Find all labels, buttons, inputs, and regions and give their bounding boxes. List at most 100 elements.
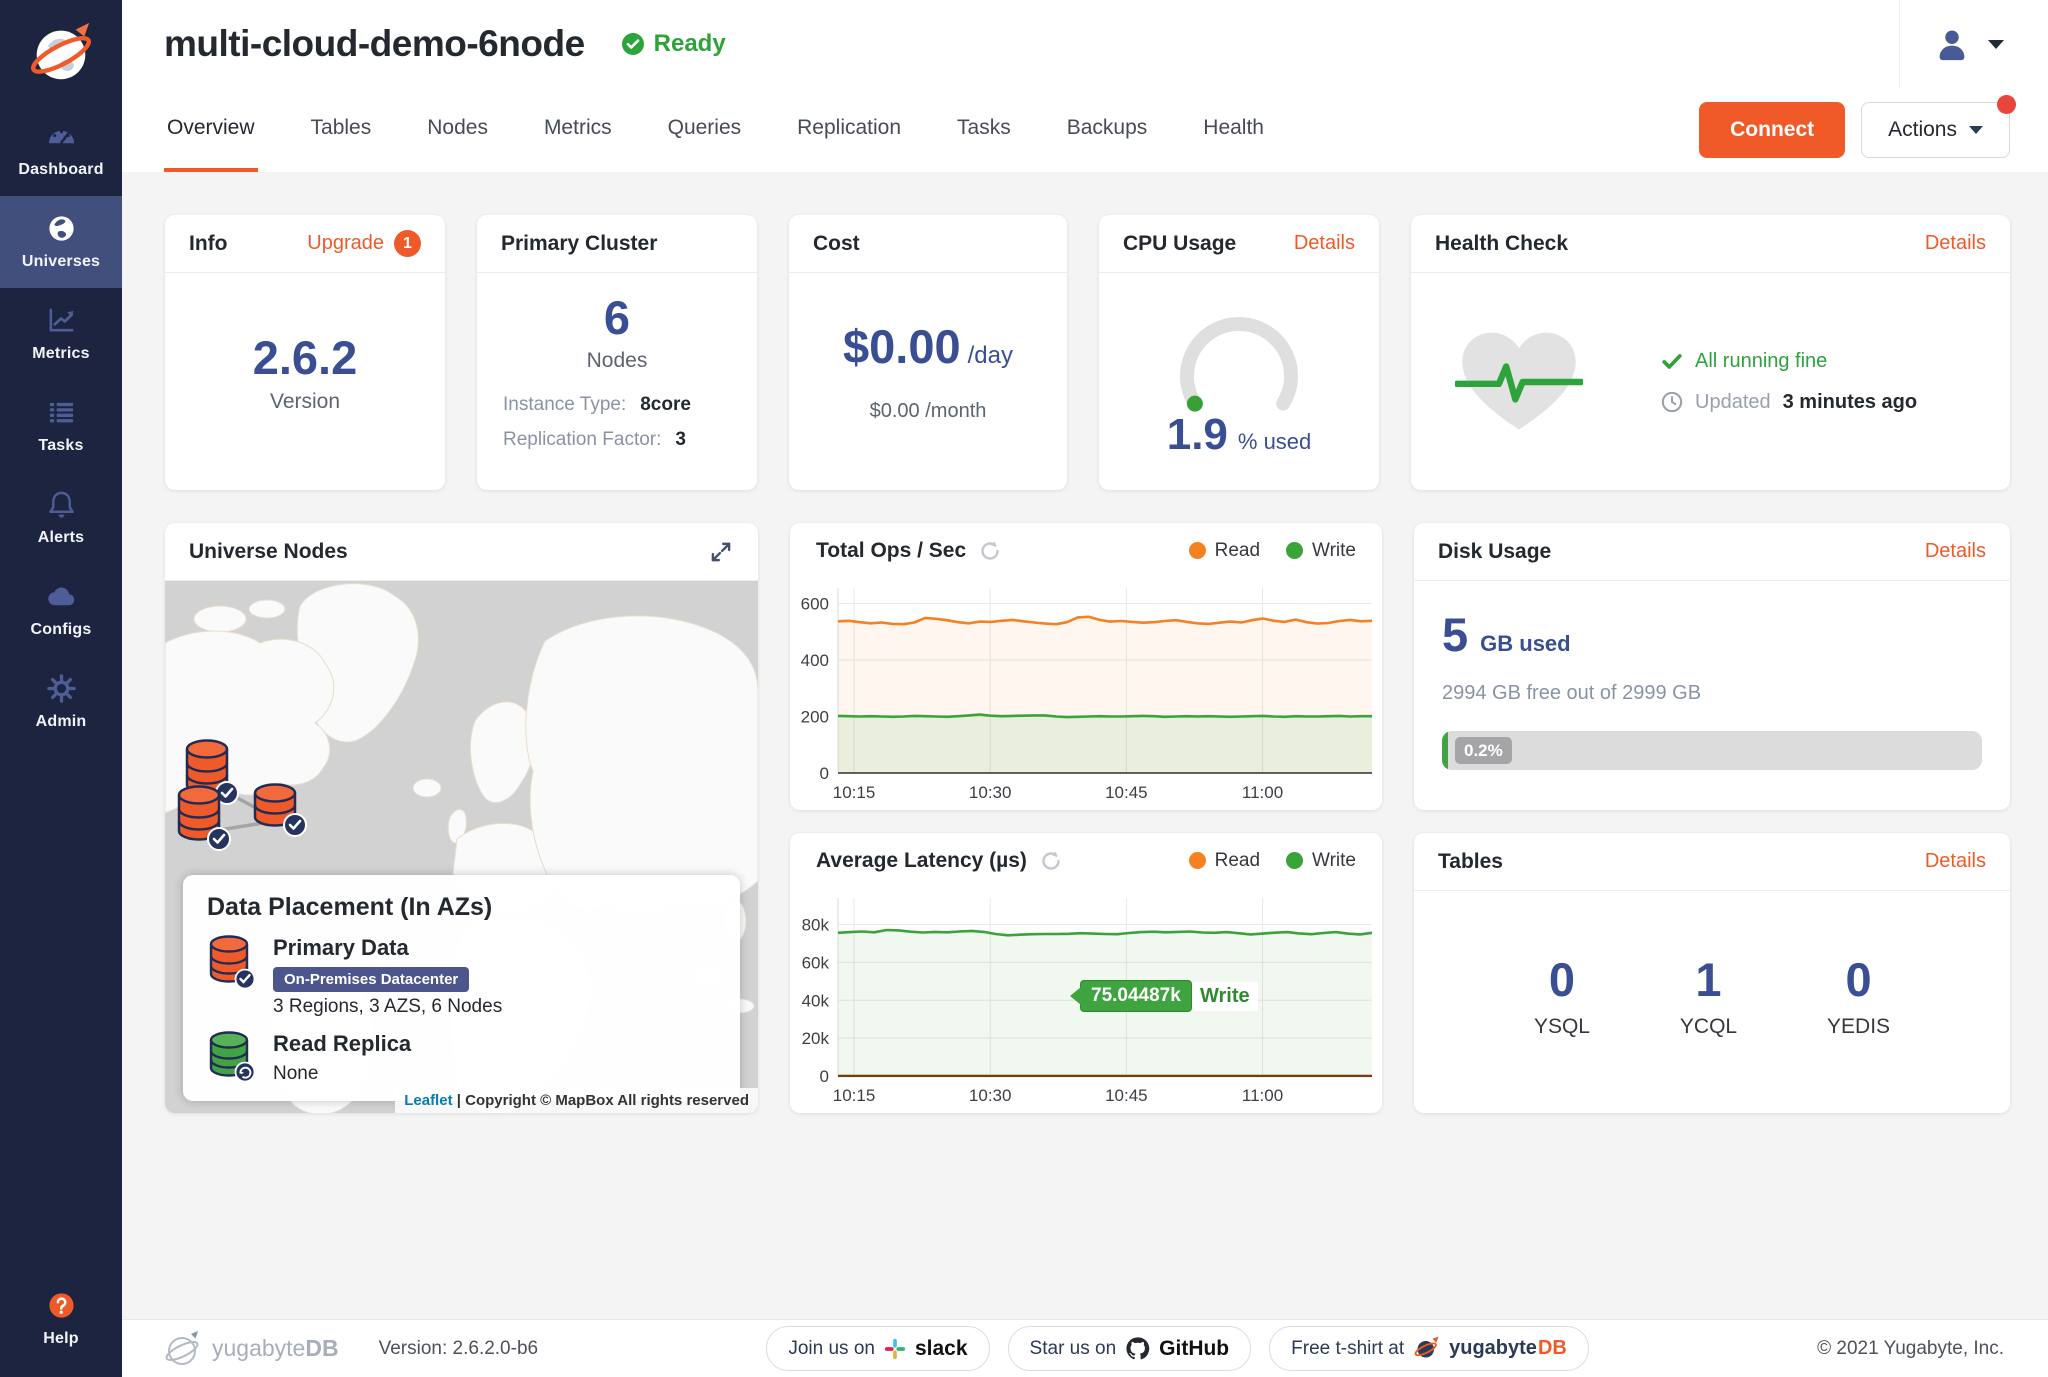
tab-tasks[interactable]: Tasks — [954, 88, 1014, 172]
tab-nodes[interactable]: Nodes — [424, 88, 491, 172]
tab-tables[interactable]: Tables — [308, 88, 375, 172]
refresh-icon[interactable] — [978, 539, 1002, 563]
slack-link[interactable]: Join us on slack — [766, 1326, 989, 1371]
footer: yugabyteDB Version: 2.6.2.0-b6 Join us o… — [122, 1319, 2048, 1377]
svg-text:400: 400 — [801, 651, 829, 670]
chart-legend: Read Write — [1189, 540, 1356, 562]
svg-text:11:00: 11:00 — [1242, 783, 1283, 802]
cpu-details-link[interactable]: Details — [1294, 232, 1355, 255]
disk-free-text: 2994 GB free out of 2999 GB — [1442, 682, 1982, 705]
tshirt-link[interactable]: Free t-shirt at yugabyteDB — [1269, 1326, 1589, 1371]
app-root: Dashboard Universes Metrics — [0, 0, 2048, 1377]
info-card: Info Upgrade 1 2.6.2 Version — [165, 215, 445, 490]
write-series-label: Write — [1192, 982, 1258, 1011]
svg-text:11:00: 11:00 — [1242, 1086, 1283, 1105]
admin-gear-icon — [46, 673, 77, 704]
tab-overview[interactable]: Overview — [164, 88, 258, 172]
sidebar-item-label: Tasks — [38, 437, 83, 455]
tab-queries[interactable]: Queries — [665, 88, 745, 172]
sidebar-item-help[interactable]: Help — [0, 1273, 122, 1365]
cost-card: Cost $0.00 /day $0.00 /month — [789, 215, 1067, 490]
sidebar-item-admin[interactable]: Admin — [0, 656, 122, 748]
tabs: Overview Tables Nodes Metrics Queries Re… — [164, 88, 1267, 172]
sidebar-item-dashboard[interactable]: Dashboard — [0, 104, 122, 196]
latency-chart: 10:1510:3010:4511:00020k40k60k80k 75.044… — [790, 888, 1382, 1113]
leaflet-link[interactable]: Leaflet — [404, 1092, 452, 1109]
tables-details-link[interactable]: Details — [1925, 850, 1986, 873]
sidebar-item-metrics[interactable]: Metrics — [0, 288, 122, 380]
topbar: multi-cloud-demo-6node Ready — [122, 0, 2048, 172]
cpu-value: 1.9 — [1167, 410, 1228, 460]
sidebar-item-label: Metrics — [32, 345, 89, 363]
sidebar-item-label: Help — [43, 1330, 78, 1348]
disk-progress-bar: 0.2% — [1442, 731, 1982, 770]
sidebar-item-label: Admin — [36, 713, 87, 731]
topbar-upper: multi-cloud-demo-6node Ready — [122, 0, 2048, 88]
svg-text:20k: 20k — [802, 1029, 830, 1048]
chevron-down-icon — [1969, 126, 1983, 134]
world-map[interactable]: Data Placement (In AZs) — [165, 581, 758, 1113]
total-ops-card: Total Ops / Sec Read — [790, 523, 1382, 810]
universe-nodes-card: Universe Nodes — [165, 523, 758, 1113]
user-menu[interactable] — [1899, 0, 2048, 88]
cpu-unit: % used — [1238, 429, 1311, 455]
primary-data-label: Primary Data — [273, 935, 502, 961]
health-status-rows: All running fine Updated 3 minutes ago — [1661, 350, 1917, 414]
topbar-actions: Connect Actions — [1699, 88, 2010, 172]
primary-data-desc: 3 Regions, 3 AZS, 6 Nodes — [273, 996, 502, 1018]
card-title: Health Check — [1435, 232, 1568, 256]
yugabyte-planet-icon — [1413, 1335, 1440, 1362]
card-title: Primary Cluster — [501, 232, 657, 256]
main-area: multi-cloud-demo-6node Ready — [122, 0, 2048, 1377]
sidebar-item-tasks[interactable]: Tasks — [0, 380, 122, 472]
read-replica-desc: None — [273, 1063, 411, 1085]
notification-dot — [1997, 95, 2016, 114]
legend-read: Read — [1189, 850, 1260, 872]
check-icon — [1661, 350, 1683, 372]
health-updated-row: Updated 3 minutes ago — [1661, 391, 1917, 414]
status-text: Ready — [654, 30, 726, 58]
datacenter-badge: On-Premises Datacenter — [273, 967, 469, 992]
footer-brand: yugabyteDB — [162, 1329, 339, 1369]
cost-per-day: $0.00 — [843, 322, 961, 371]
svg-text:10:30: 10:30 — [969, 783, 1012, 802]
github-link[interactable]: Star us on GitHub — [1008, 1326, 1252, 1371]
expand-icon[interactable] — [708, 539, 734, 565]
sidebar: Dashboard Universes Metrics — [0, 0, 122, 1377]
gauge-arc-icon — [1164, 304, 1314, 416]
upgrade-link[interactable]: Upgrade — [307, 232, 384, 255]
footer-copyright: © 2021 Yugabyte, Inc. — [1817, 1338, 2004, 1360]
connect-button[interactable]: Connect — [1699, 102, 1845, 158]
planet-rocket-logo-icon — [27, 18, 95, 86]
configs-cloud-icon — [46, 581, 77, 612]
svg-text:0: 0 — [820, 764, 829, 783]
health-details-link[interactable]: Details — [1925, 232, 1986, 255]
tables-card: Tables Details 0 YSQL 1 YCQL 0 — [1414, 833, 2010, 1113]
disk-usage-card: Disk Usage Details 5 GB used 2994 GB fre… — [1414, 523, 2010, 810]
tab-backups[interactable]: Backups — [1064, 88, 1151, 172]
tab-metrics[interactable]: Metrics — [541, 88, 615, 172]
footer-version: Version: 2.6.2.0-b6 — [379, 1338, 539, 1360]
footer-links: Join us on slack Star us on GitHub — [766, 1326, 1588, 1371]
sidebar-item-universes[interactable]: Universes — [0, 196, 122, 288]
svg-text:10:30: 10:30 — [969, 1086, 1012, 1105]
tables-stats: 0 YSQL 1 YCQL 0 YEDIS — [1414, 891, 2010, 1113]
sidebar-item-alerts[interactable]: Alerts — [0, 472, 122, 564]
status-badge: Ready — [621, 30, 726, 58]
card-title: Disk Usage — [1438, 540, 1551, 564]
updated-value: 3 minutes ago — [1783, 391, 1917, 414]
ready-check-icon — [621, 32, 645, 56]
yugabyte-logo[interactable] — [0, 0, 122, 104]
refresh-icon[interactable] — [1039, 849, 1063, 873]
tab-health[interactable]: Health — [1200, 88, 1267, 172]
ysql-stat: 0 YSQL — [1534, 952, 1590, 1039]
tab-replication[interactable]: Replication — [794, 88, 904, 172]
sidebar-item-configs[interactable]: Configs — [0, 564, 122, 656]
sidebar-item-label: Alerts — [38, 529, 85, 547]
cpu-usage-card: CPU Usage Details 1.9 % used — [1099, 215, 1379, 490]
actions-dropdown-button[interactable]: Actions — [1861, 102, 2010, 158]
disk-details-link[interactable]: Details — [1925, 540, 1986, 563]
svg-text:10:45: 10:45 — [1105, 1086, 1148, 1105]
clock-icon — [1661, 391, 1683, 413]
legend-write: Write — [1286, 540, 1356, 562]
